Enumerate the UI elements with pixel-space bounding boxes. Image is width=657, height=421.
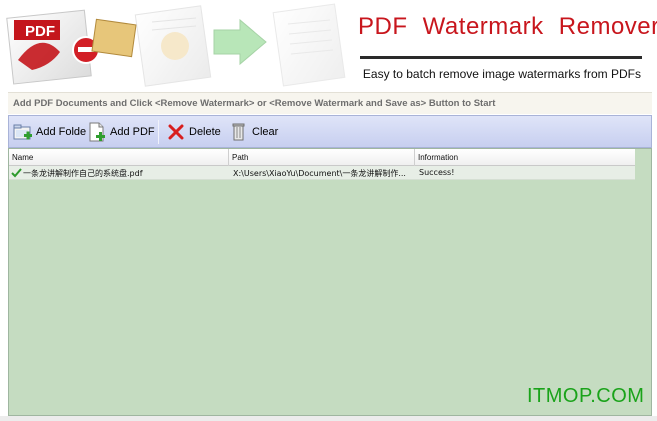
toolbar-separator bbox=[158, 120, 159, 144]
title-divider bbox=[360, 56, 642, 59]
trash-can-icon bbox=[229, 122, 249, 142]
clear-label: Clear bbox=[252, 126, 279, 138]
row-name-cell: 一条龙讲解制作自己的系统盘.pdf bbox=[23, 169, 143, 178]
add-pdf-label: Add PDF bbox=[110, 126, 155, 138]
column-header-information[interactable]: Information bbox=[415, 149, 636, 166]
delete-x-icon bbox=[166, 122, 186, 142]
delete-label: Delete bbox=[189, 126, 221, 138]
table-row[interactable]: 一条龙讲解制作自己的系统盘.pdf X:\Users\XiaoYu\Docume… bbox=[9, 166, 636, 180]
faded-document-icon bbox=[134, 5, 212, 87]
site-watermark: ITMOP.COM bbox=[527, 385, 645, 407]
add-folder-icon bbox=[13, 122, 33, 142]
banner-artwork bbox=[6, 3, 346, 87]
file-list[interactable]: Name Path Information 一条龙讲解制作自己的系统盘.pdf … bbox=[8, 148, 652, 416]
delete-button[interactable]: Delete bbox=[166, 120, 221, 144]
list-header: Name Path Information bbox=[9, 149, 636, 166]
toolbar: Add Folde Add PDF Delete Clear bbox=[8, 115, 652, 148]
add-folder-button[interactable]: Add Folde bbox=[13, 120, 86, 144]
column-header-name[interactable]: Name bbox=[9, 149, 229, 166]
clean-document-icon bbox=[272, 3, 346, 87]
arrow-right-icon bbox=[213, 18, 267, 66]
clear-button[interactable]: Clear bbox=[229, 120, 278, 144]
app-title: PDF Watermark Remover bbox=[358, 13, 657, 40]
row-path-cell: X:\Users\XiaoYu\Document\一条龙讲解制作... bbox=[233, 169, 406, 178]
row-information-cell: Success! bbox=[419, 168, 455, 177]
app-banner: PDF PDF Watermark Remover Easy to batch … bbox=[0, 0, 657, 88]
status-strip bbox=[0, 416, 657, 421]
column-header-path[interactable]: Path bbox=[229, 149, 415, 166]
add-pdf-button[interactable]: Add PDF bbox=[87, 120, 155, 144]
app-subtitle: Easy to batch remove image watermarks fr… bbox=[362, 67, 641, 81]
list-scroll-gutter bbox=[635, 149, 651, 415]
logo-text: PDF bbox=[25, 23, 55, 40]
instruction-bar: Add PDF Documents and Click <Remove Wate… bbox=[8, 92, 652, 114]
add-folder-label: Add Folde bbox=[36, 126, 87, 138]
instruction-text: Add PDF Documents and Click <Remove Wate… bbox=[13, 98, 496, 109]
add-pdf-icon bbox=[87, 122, 107, 142]
